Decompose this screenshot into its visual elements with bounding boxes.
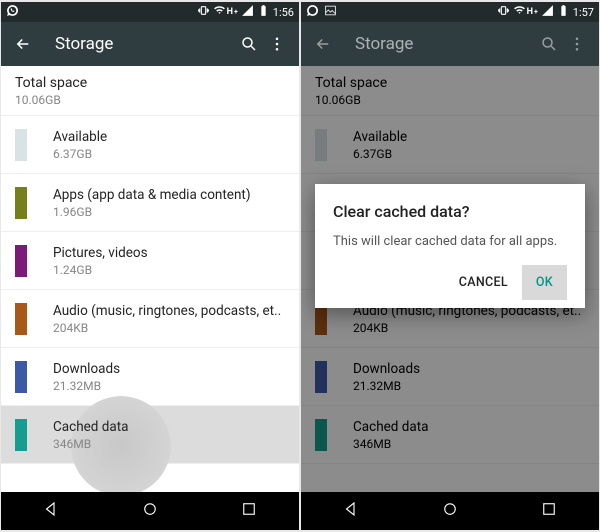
- nav-home-icon[interactable]: [441, 500, 459, 522]
- swatch-icon: [15, 361, 27, 393]
- network-h: H: [227, 7, 233, 17]
- whatsapp-icon: [6, 4, 19, 20]
- total-value: 10.06GB: [15, 93, 87, 107]
- vibrate-icon: [197, 4, 210, 20]
- nav-bar: [1, 492, 299, 530]
- toolbar-title: Storage: [355, 34, 535, 54]
- overflow-icon[interactable]: [563, 35, 591, 53]
- image-icon: [324, 4, 337, 20]
- phone-right: H+ 1:57 Storage Total space10.06GB Avail…: [301, 2, 599, 530]
- status-bar: H+ 1:56: [1, 2, 299, 22]
- back-icon[interactable]: [309, 35, 337, 53]
- dialog-message: This will clear cached data for all apps…: [333, 233, 567, 251]
- row-cached[interactable]: Cached data346MB: [1, 406, 299, 464]
- swatch-icon: [15, 129, 27, 161]
- nav-bar: [301, 492, 599, 530]
- app-toolbar: Storage: [301, 22, 599, 66]
- status-time: 1:56: [273, 6, 294, 19]
- nav-recent-icon[interactable]: [240, 500, 258, 522]
- signal-icon: [241, 4, 254, 20]
- nav-back-icon[interactable]: [42, 500, 60, 522]
- wifi-icon: [213, 4, 226, 20]
- row-apps[interactable]: Apps (app data & media content)1.96GB: [1, 174, 299, 232]
- storage-list: Total space 10.06GB Available6.37GB Apps…: [1, 66, 299, 464]
- row-downloads[interactable]: Downloads21.32MB: [1, 348, 299, 406]
- toolbar-title: Storage: [55, 34, 235, 54]
- cancel-button[interactable]: CANCEL: [445, 265, 522, 300]
- phone-left: H+ 1:56 Storage Total space 10.06GB Avai…: [1, 2, 299, 530]
- total-label: Total space: [15, 75, 87, 91]
- clear-cache-dialog: Clear cached data? This will clear cache…: [315, 184, 585, 308]
- swatch-icon: [15, 419, 27, 451]
- ok-button[interactable]: OK: [522, 265, 567, 300]
- dialog-title: Clear cached data?: [333, 202, 567, 221]
- wifi-icon: [513, 4, 526, 20]
- nav-recent-icon[interactable]: [540, 500, 558, 522]
- vibrate-icon: [497, 4, 510, 20]
- signal-icon: [541, 4, 554, 20]
- whatsapp-icon: [306, 4, 319, 20]
- network-plus: +: [534, 8, 538, 16]
- nav-back-icon[interactable]: [342, 500, 360, 522]
- row-pictures[interactable]: Pictures, videos1.24GB: [1, 232, 299, 290]
- network-h: H: [527, 7, 533, 17]
- battery-icon: [257, 4, 270, 20]
- search-icon[interactable]: [235, 35, 263, 53]
- status-time: 1:57: [573, 6, 594, 19]
- nav-home-icon[interactable]: [141, 500, 159, 522]
- total-space-row: Total space 10.06GB: [1, 66, 299, 116]
- swatch-icon: [15, 245, 27, 277]
- status-bar: H+ 1:57: [301, 2, 599, 22]
- swatch-icon: [15, 187, 27, 219]
- network-plus: +: [234, 8, 238, 16]
- row-available[interactable]: Available6.37GB: [1, 116, 299, 174]
- overflow-icon[interactable]: [263, 35, 291, 53]
- search-icon[interactable]: [535, 35, 563, 53]
- back-icon[interactable]: [9, 35, 37, 53]
- swatch-icon: [15, 303, 27, 335]
- app-toolbar: Storage: [1, 22, 299, 66]
- row-audio[interactable]: Audio (music, ringtones, podcasts, et..2…: [1, 290, 299, 348]
- battery-icon: [557, 4, 570, 20]
